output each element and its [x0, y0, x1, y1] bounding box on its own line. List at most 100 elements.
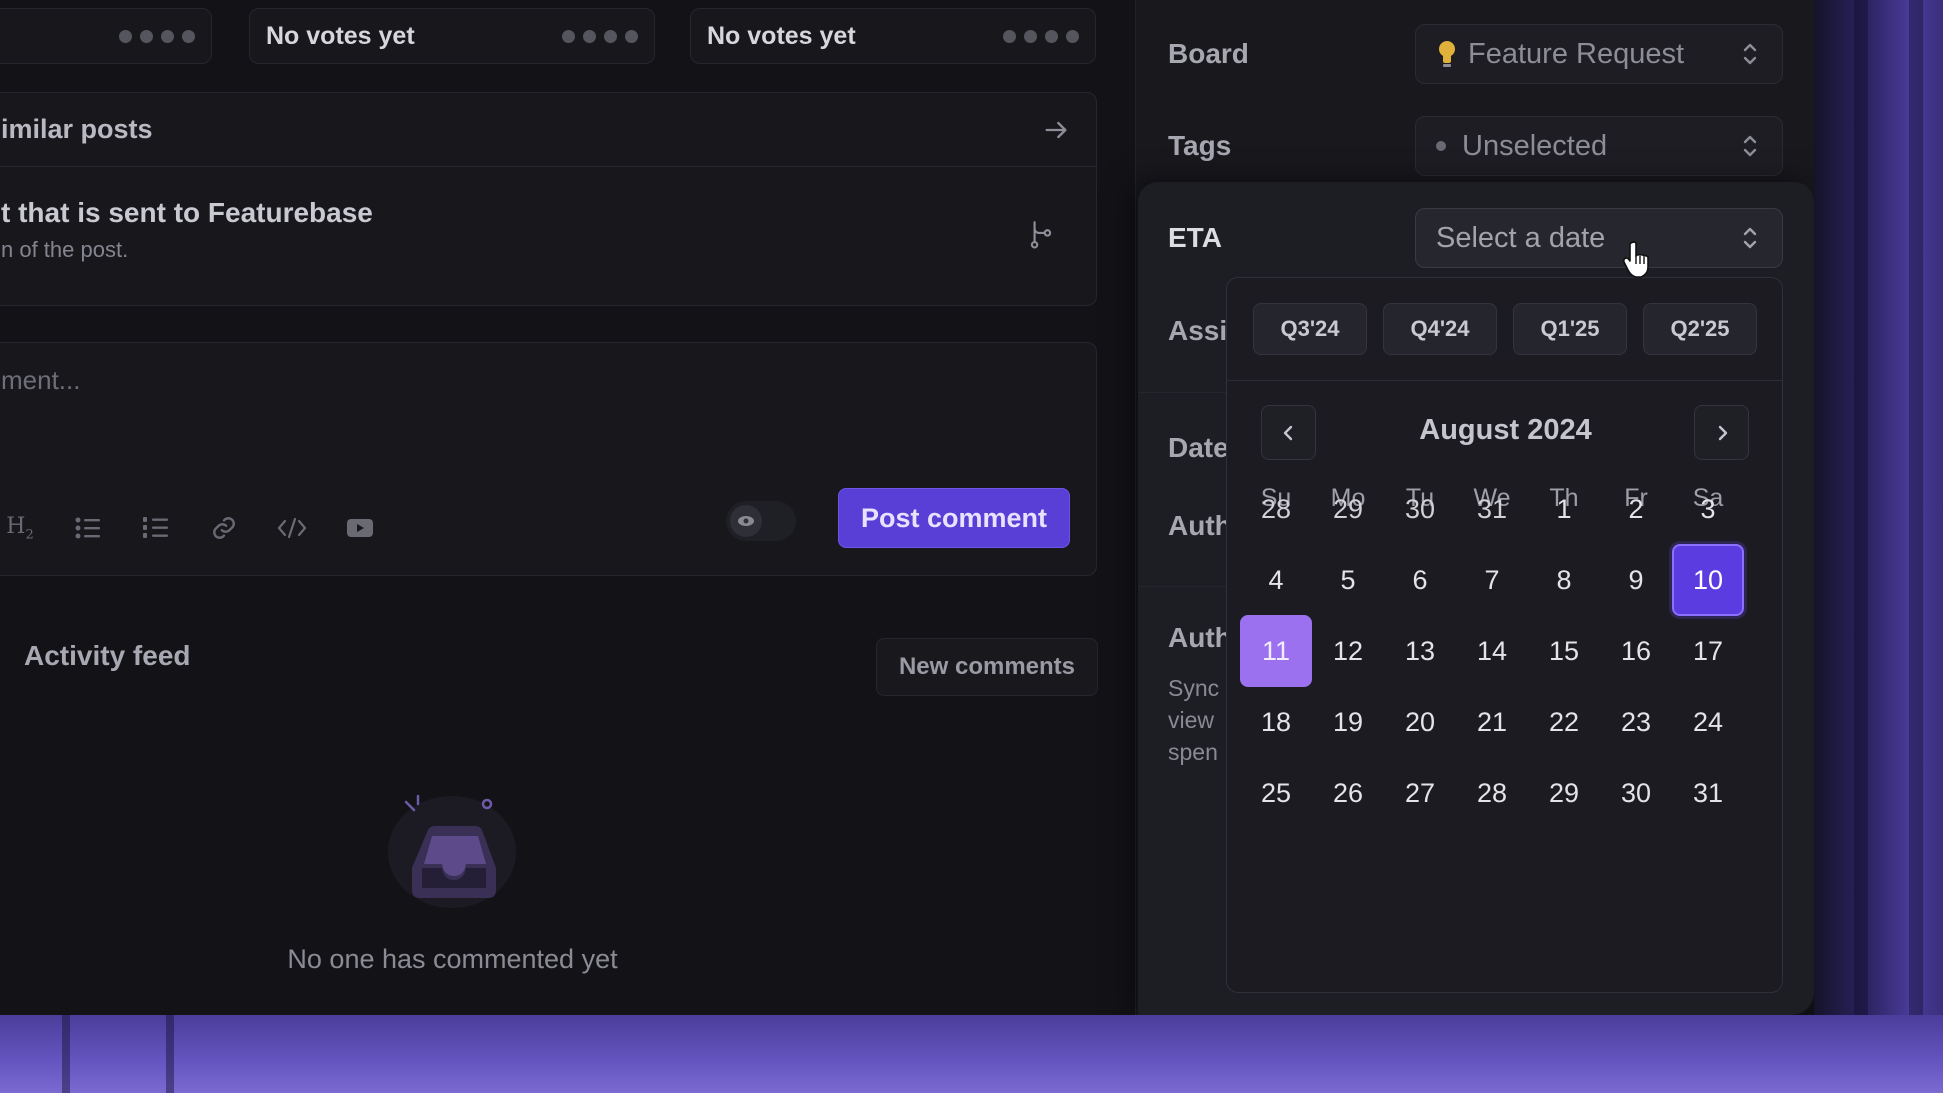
calendar-day[interactable]: 3: [1672, 473, 1744, 545]
code-icon[interactable]: [273, 509, 311, 547]
calendar-day[interactable]: 29: [1528, 757, 1600, 829]
previous-month-button[interactable]: [1261, 405, 1316, 460]
desktop-background-bottom: [0, 1015, 1943, 1093]
calendar-day[interactable]: 5: [1312, 544, 1384, 616]
similar-post-description: n of the post.: [1, 237, 129, 262]
chevron-up-down-icon: [1743, 227, 1757, 249]
similar-posts-body: t that is sent to Featurebase n of the p…: [0, 167, 1096, 293]
comment-editor[interactable]: ment... H2 Post comment: [0, 342, 1097, 576]
vote-card[interactable]: [0, 8, 212, 64]
calendar-day[interactable]: 17: [1672, 615, 1744, 687]
quarter-button[interactable]: Q2'25: [1643, 303, 1757, 355]
empty-comments-text: No one has commented yet: [287, 944, 618, 974]
post-comment-button[interactable]: Post comment: [838, 488, 1070, 548]
calendar-day[interactable]: 23: [1600, 686, 1672, 758]
quarter-button[interactable]: Q4'24: [1383, 303, 1497, 355]
calendar-day[interactable]: 27: [1384, 757, 1456, 829]
similar-posts-title: imilar posts: [1, 114, 153, 144]
calendar-day[interactable]: 31: [1672, 757, 1744, 829]
numbered-list-icon[interactable]: [137, 509, 175, 547]
eta-label: ETA: [1168, 222, 1222, 253]
link-icon[interactable]: [205, 509, 243, 547]
date-label: Date: [1168, 432, 1229, 463]
calendar-day[interactable]: 10: [1672, 544, 1744, 616]
empty-inbox-icon: [388, 794, 516, 908]
calendar-day[interactable]: 26: [1312, 757, 1384, 829]
curtain-fold: [62, 1015, 70, 1093]
divider: [1138, 392, 1228, 393]
calendar-day[interactable]: 22: [1528, 686, 1600, 758]
divider: [1138, 586, 1228, 587]
curtain-fold: [1909, 0, 1923, 1093]
calendar-day[interactable]: 24: [1672, 686, 1744, 758]
eta-select-value: Select a date: [1436, 221, 1606, 254]
calendar-day[interactable]: 12: [1312, 615, 1384, 687]
post-main-pane: No votes yet No votes yet imilar posts t…: [0, 0, 1135, 1015]
app-window: No votes yet No votes yet imilar posts t…: [0, 0, 1814, 1015]
calendar-day[interactable]: 20: [1384, 686, 1456, 758]
quarter-button[interactable]: Q3'24: [1253, 303, 1367, 355]
calendar-day[interactable]: 29: [1312, 473, 1384, 545]
git-branch-icon[interactable]: [1028, 219, 1054, 249]
loading-dots-icon: [119, 29, 195, 43]
calendar-day[interactable]: 31: [1456, 473, 1528, 545]
heading-2-icon[interactable]: H2: [1, 509, 39, 547]
chevron-left-icon: [1283, 425, 1292, 440]
chevron-up-down-icon: [1743, 43, 1757, 65]
comment-input[interactable]: ment...: [1, 365, 80, 396]
hand-pointer-icon: [1622, 241, 1649, 278]
next-month-button[interactable]: [1694, 405, 1749, 460]
chevron-up-down-icon: [1743, 135, 1757, 157]
calendar-day[interactable]: 19: [1312, 686, 1384, 758]
tags-select[interactable]: Unselected: [1415, 116, 1783, 176]
calendar-day[interactable]: 7: [1456, 544, 1528, 616]
vote-card-label: No votes yet: [266, 21, 415, 50]
desktop-background-right: [1814, 0, 1943, 1093]
calendar-day[interactable]: 8: [1528, 544, 1600, 616]
calendar-day[interactable]: 2: [1600, 473, 1672, 545]
arrow-right-icon[interactable]: [1042, 116, 1070, 144]
tag-dot-icon: [1436, 141, 1446, 151]
quarter-button[interactable]: Q1'25: [1513, 303, 1627, 355]
lightbulb-icon: [1439, 41, 1455, 67]
board-select[interactable]: Feature Request: [1415, 24, 1783, 84]
activity-feed-title: Activity feed: [24, 640, 191, 671]
vote-card[interactable]: No votes yet: [249, 8, 655, 64]
curtain-fold: [166, 1015, 174, 1093]
calendar-day[interactable]: 14: [1456, 615, 1528, 687]
calendar-day[interactable]: 1: [1528, 473, 1600, 545]
calendar-day[interactable]: 15: [1528, 615, 1600, 687]
vote-card[interactable]: No votes yet: [690, 8, 1096, 64]
date-picker: Q3'24 Q4'24 Q1'25 Q2'25 August 2024 Su Mo…: [1226, 277, 1783, 993]
loading-dots-icon: [1003, 29, 1079, 43]
calendar-day[interactable]: 9: [1600, 544, 1672, 616]
similar-posts-card: imilar posts t that is sent to Featureba…: [0, 92, 1097, 306]
eta-date-select[interactable]: Select a date: [1415, 208, 1783, 268]
chevron-right-icon: [1718, 425, 1727, 440]
calendar-day[interactable]: 16: [1600, 615, 1672, 687]
calendar-day[interactable]: 4: [1240, 544, 1312, 616]
author-sync-text: view: [1168, 707, 1215, 733]
vote-card-label: No votes yet: [707, 21, 856, 50]
bullet-list-icon[interactable]: [69, 509, 107, 547]
calendar-day[interactable]: 30: [1384, 473, 1456, 545]
calendar-day[interactable]: 18: [1240, 686, 1312, 758]
assignee-label: Assi: [1168, 315, 1228, 346]
calendar-day[interactable]: 28: [1240, 473, 1312, 545]
similar-posts-header[interactable]: imilar posts: [0, 93, 1096, 167]
calendar-day[interactable]: 13: [1384, 615, 1456, 687]
calendar-day[interactable]: 25: [1240, 757, 1312, 829]
eye-icon: [730, 505, 762, 537]
author-sync-text: Sync: [1168, 675, 1220, 701]
calendar-day[interactable]: 11: [1240, 615, 1312, 687]
quarter-shortcuts: Q3'24 Q4'24 Q1'25 Q2'25: [1227, 278, 1782, 381]
calendar-day[interactable]: 21: [1456, 686, 1528, 758]
video-icon[interactable]: [341, 509, 379, 547]
calendar-day[interactable]: 6: [1384, 544, 1456, 616]
preview-toggle[interactable]: [726, 501, 796, 541]
author-label: Auth: [1168, 510, 1232, 541]
new-comments-button[interactable]: New comments: [876, 638, 1098, 696]
calendar-day[interactable]: 28: [1456, 757, 1528, 829]
calendar-day[interactable]: 30: [1600, 757, 1672, 829]
loading-dots-icon: [562, 29, 638, 43]
